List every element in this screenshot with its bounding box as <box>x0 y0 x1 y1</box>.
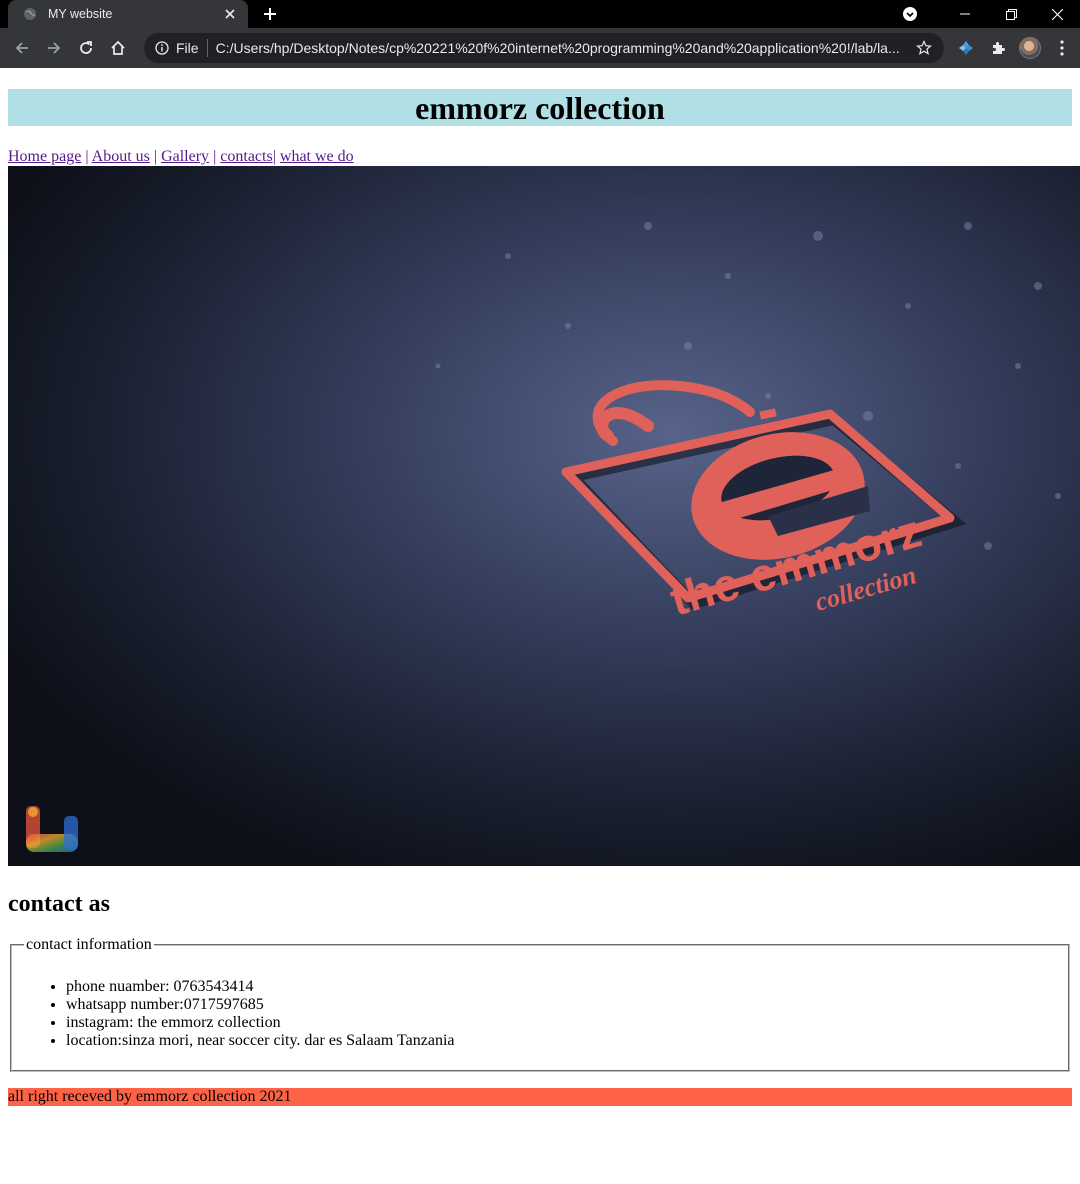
globe-icon <box>22 6 38 22</box>
nav-separator: | <box>209 148 221 165</box>
minimize-icon[interactable] <box>942 0 988 28</box>
tab-strip: MY website <box>0 0 1080 28</box>
reload-icon[interactable] <box>70 32 102 64</box>
contact-whatsapp: whatsapp number:0717597685 <box>66 996 1056 1014</box>
info-icon[interactable] <box>154 40 170 56</box>
contact-heading: contact as <box>8 891 110 917</box>
address-bar[interactable]: File C:/Users/hp/Desktop/Notes/cp%20221%… <box>144 33 944 63</box>
home-icon[interactable] <box>102 32 134 64</box>
nav-bar: Home page | About us | Gallery | contact… <box>8 148 1072 166</box>
nav-separator: | <box>272 148 280 165</box>
hero-logo-image: the emmorz collection <box>8 166 1080 866</box>
nav-link-gallery[interactable]: Gallery <box>161 148 209 165</box>
window-controls <box>896 0 1080 28</box>
contact-fieldset: contact information phone nuamber: 07635… <box>10 936 1070 1072</box>
nav-link-about[interactable]: About us <box>92 148 150 165</box>
contact-list: phone nuamber: 0763543414 whatsapp numbe… <box>24 978 1056 1050</box>
url-text[interactable]: C:/Users/hp/Desktop/Notes/cp%20221%20f%2… <box>216 40 912 56</box>
nav-separator: | <box>81 148 92 165</box>
close-window-icon[interactable] <box>1034 0 1080 28</box>
extension-icon[interactable] <box>950 32 982 64</box>
nav-link-what-we-do[interactable]: what we do <box>280 148 354 165</box>
browser-toolbar: File C:/Users/hp/Desktop/Notes/cp%20221%… <box>0 28 1080 68</box>
bookmark-star-icon[interactable] <box>912 36 936 60</box>
contact-legend: contact information <box>26 936 152 953</box>
site-header: emmorz collection <box>8 89 1072 126</box>
scheme-label: File <box>176 40 199 56</box>
nav-link-home[interactable]: Home page <box>8 148 81 165</box>
browser-tab[interactable]: MY website <box>8 0 248 28</box>
contact-phone: phone nuamber: 0763543414 <box>66 978 1056 996</box>
close-tab-icon[interactable] <box>222 6 238 22</box>
restore-icon[interactable] <box>988 0 1034 28</box>
forward-arrow-icon[interactable] <box>38 32 70 64</box>
contact-instagram: instagram: the emmorz collection <box>66 1014 1056 1032</box>
web-page: emmorz collection Home page | About us |… <box>0 89 1080 1106</box>
site-footer: all right receved by emmorz collection 2… <box>8 1088 1072 1106</box>
new-tab-button[interactable] <box>258 3 282 25</box>
profile-avatar[interactable] <box>1014 32 1046 64</box>
back-arrow-icon[interactable] <box>6 32 38 64</box>
nav-link-contacts[interactable]: contacts <box>220 148 272 165</box>
puzzle-icon[interactable] <box>982 32 1014 64</box>
nav-separator: | <box>149 148 162 165</box>
tab-search-icon[interactable] <box>896 0 924 28</box>
tab-title: MY website <box>48 7 113 21</box>
contact-location: location:sinza mori, near soccer city. d… <box>66 1032 1056 1050</box>
menu-dots-icon[interactable] <box>1046 32 1078 64</box>
site-title: emmorz collection <box>415 89 665 126</box>
omnibox-divider <box>206 39 208 57</box>
